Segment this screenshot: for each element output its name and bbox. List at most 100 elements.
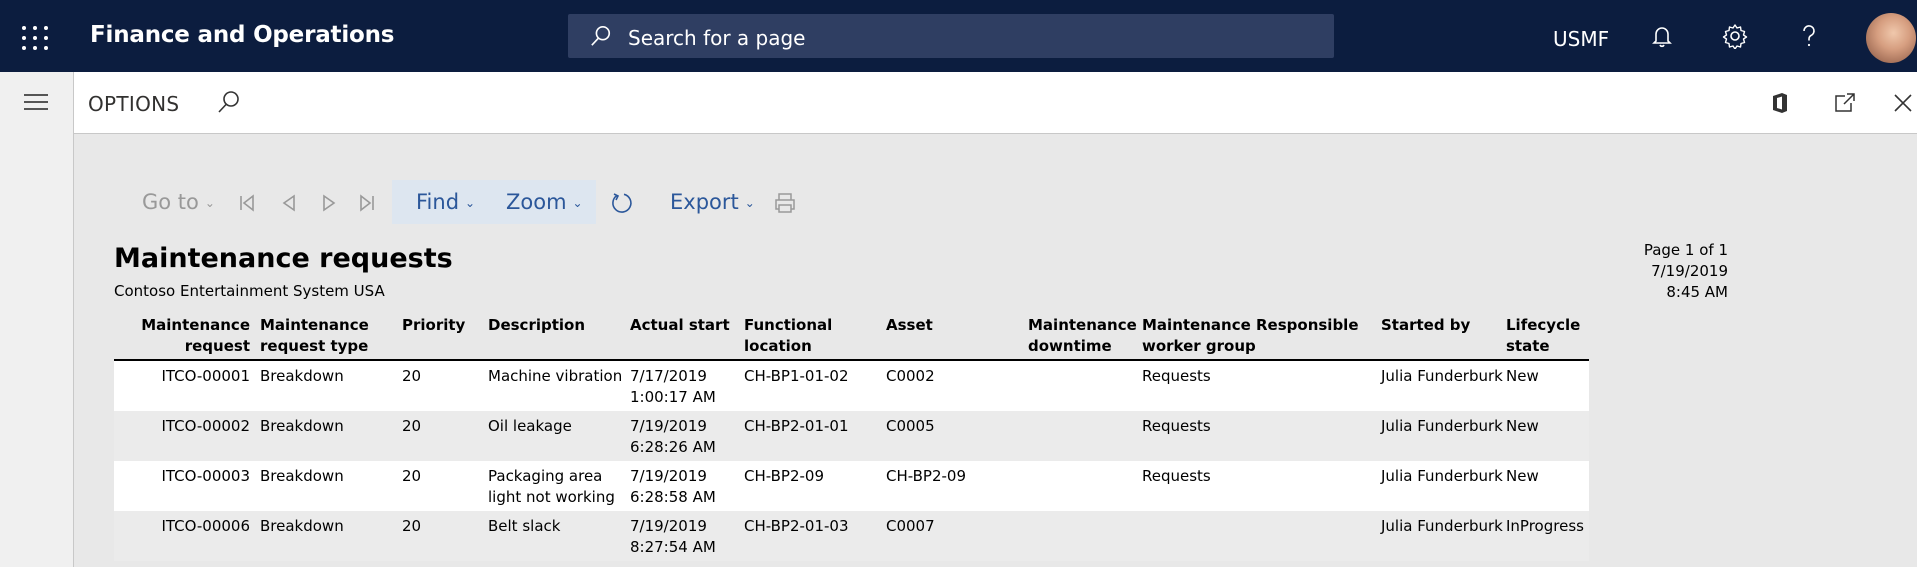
export-label: Export xyxy=(670,190,739,214)
chevron-down-icon: ⌄ xyxy=(572,196,583,210)
table-row: ITCO-00001 Breakdown 20 Machine vibratio… xyxy=(114,361,1589,411)
cell-priority: 20 xyxy=(402,417,422,435)
chevron-down-icon: ⌄ xyxy=(744,196,755,210)
table-row: ITCO-00006 Breakdown 20 Belt slack 7/19/… xyxy=(114,511,1589,561)
cell-priority: 20 xyxy=(402,367,422,385)
first-page-button[interactable] xyxy=(238,180,256,224)
cell-asset: C0007 xyxy=(886,517,935,535)
column-header-description: Description xyxy=(488,316,586,334)
cell-actual-start: 7/17/2019 1:00:17 AM xyxy=(630,367,716,406)
table-row: ITCO-00003 Breakdown 20 Packaging area li… xyxy=(114,461,1589,511)
gear-icon[interactable] xyxy=(1722,23,1748,49)
cell-request: ITCO-00006 xyxy=(161,517,250,535)
bell-icon[interactable] xyxy=(1649,23,1675,49)
cell-asset: C0002 xyxy=(886,367,935,385)
help-icon[interactable] xyxy=(1796,23,1822,49)
cell-asset: CH-BP2-09 xyxy=(886,467,967,485)
last-page-button[interactable] xyxy=(358,180,376,224)
column-header-responsible: Responsible xyxy=(1256,316,1359,334)
report-title: Maintenance requests xyxy=(114,243,453,274)
hamburger-menu-icon[interactable] xyxy=(24,94,48,115)
cell-type: Breakdown xyxy=(260,417,344,435)
column-header-request-type: Maintenance request type xyxy=(260,316,369,355)
cell-type: Breakdown xyxy=(260,367,344,385)
search-input[interactable]: Search for a page xyxy=(568,14,1334,58)
zoom-button[interactable]: Zoom ⌄ xyxy=(484,180,596,224)
user-avatar[interactable] xyxy=(1866,13,1916,63)
chevron-down-icon: ⌄ xyxy=(465,196,476,210)
options-title[interactable]: OPTIONS xyxy=(88,92,179,116)
cell-started-by: Julia Funderburk xyxy=(1381,367,1503,385)
open-in-new-window-icon[interactable] xyxy=(1833,91,1857,115)
next-page-button[interactable] xyxy=(320,180,338,224)
cell-actual-start: 7/19/2019 6:28:26 AM xyxy=(630,417,716,456)
cell-request: ITCO-00002 xyxy=(161,417,250,435)
cell-priority: 20 xyxy=(402,517,422,535)
cell-request: ITCO-00003 xyxy=(161,467,250,485)
top-bar: Finance and Operations Search for a page… xyxy=(0,0,1917,72)
find-button[interactable]: Find ⌄ xyxy=(392,180,484,224)
cell-actual-start: 7/19/2019 8:27:54 AM xyxy=(630,517,716,556)
zoom-label: Zoom xyxy=(506,190,567,214)
column-header-started-by: Started by xyxy=(1381,316,1471,334)
app-title[interactable]: Finance and Operations xyxy=(90,22,394,48)
refresh-button[interactable] xyxy=(610,180,634,224)
cell-description: Oil leakage xyxy=(488,417,572,435)
cell-started-by: Julia Funderburk xyxy=(1381,467,1503,485)
cell-state: InProgress xyxy=(1506,517,1584,535)
close-icon[interactable] xyxy=(1891,91,1915,115)
column-header-lifecycle-state: Lifecycle state xyxy=(1506,316,1581,355)
cell-location: CH-BP2-09 xyxy=(744,467,825,485)
cell-state: New xyxy=(1506,467,1539,485)
column-header-functional-location: Functional location xyxy=(744,316,833,355)
last-page-icon xyxy=(360,194,374,212)
cell-location: CH-BP2-01-01 xyxy=(744,417,849,435)
options-bar: OPTIONS xyxy=(74,72,1917,134)
cell-request: ITCO-00001 xyxy=(161,367,250,385)
office-icon[interactable] xyxy=(1768,91,1792,115)
options-search-icon[interactable] xyxy=(216,89,242,115)
cell-type: Breakdown xyxy=(260,517,344,535)
left-nav-pane xyxy=(0,72,74,567)
report-time: 8:45 AM xyxy=(1666,283,1728,301)
cell-location: CH-BP1-01-02 xyxy=(744,367,849,385)
report-company: Contoso Entertainment System USA xyxy=(114,282,385,300)
app-launcher-icon[interactable] xyxy=(22,26,48,50)
search-placeholder: Search for a page xyxy=(628,26,806,50)
cell-actual-start: 7/19/2019 6:28:58 AM xyxy=(630,467,716,506)
cell-worker-group: Requests xyxy=(1142,467,1211,485)
column-header-maintenance-request: Maintenance request xyxy=(141,316,250,355)
cell-priority: 20 xyxy=(402,467,422,485)
goto-button[interactable]: Go to ⌄ xyxy=(142,180,215,224)
cell-started-by: Julia Funderburk xyxy=(1381,517,1503,535)
report-page-info: Page 1 of 1 7/19/2019 8:45 AM xyxy=(1600,240,1728,303)
column-header-maintenance-downtime: Maintenance downtime xyxy=(1028,316,1137,355)
cell-state: New xyxy=(1506,417,1539,435)
export-button[interactable]: Export ⌄ xyxy=(670,180,755,224)
cell-description: Machine vibration xyxy=(488,367,623,385)
find-label: Find xyxy=(416,190,460,214)
report-date: 7/19/2019 xyxy=(1651,262,1728,280)
page-number: Page 1 of 1 xyxy=(1643,241,1728,259)
column-header-worker-group: Maintenance worker group xyxy=(1142,316,1256,355)
cell-location: CH-BP2-01-03 xyxy=(744,517,849,535)
cell-type: Breakdown xyxy=(260,467,344,485)
previous-page-button[interactable] xyxy=(280,180,298,224)
cell-description: Belt slack xyxy=(488,517,561,535)
goto-label: Go to xyxy=(142,190,199,214)
column-header-actual-start: Actual start xyxy=(630,316,730,334)
print-icon xyxy=(775,193,795,213)
table-row: ITCO-00002 Breakdown 20 Oil leakage 7/19… xyxy=(114,411,1589,461)
cell-started-by: Julia Funderburk xyxy=(1381,417,1503,435)
column-header-priority: Priority xyxy=(402,316,466,334)
company-picker[interactable]: USMF xyxy=(1553,27,1609,51)
cell-description: Packaging area light not working xyxy=(488,467,615,506)
refresh-icon xyxy=(612,193,632,213)
first-page-icon xyxy=(240,194,254,212)
cell-worker-group: Requests xyxy=(1142,367,1211,385)
previous-page-icon xyxy=(282,194,295,212)
next-page-icon xyxy=(323,194,336,212)
cell-asset: C0005 xyxy=(886,417,935,435)
print-button[interactable] xyxy=(773,180,797,224)
chevron-down-icon: ⌄ xyxy=(204,196,215,210)
